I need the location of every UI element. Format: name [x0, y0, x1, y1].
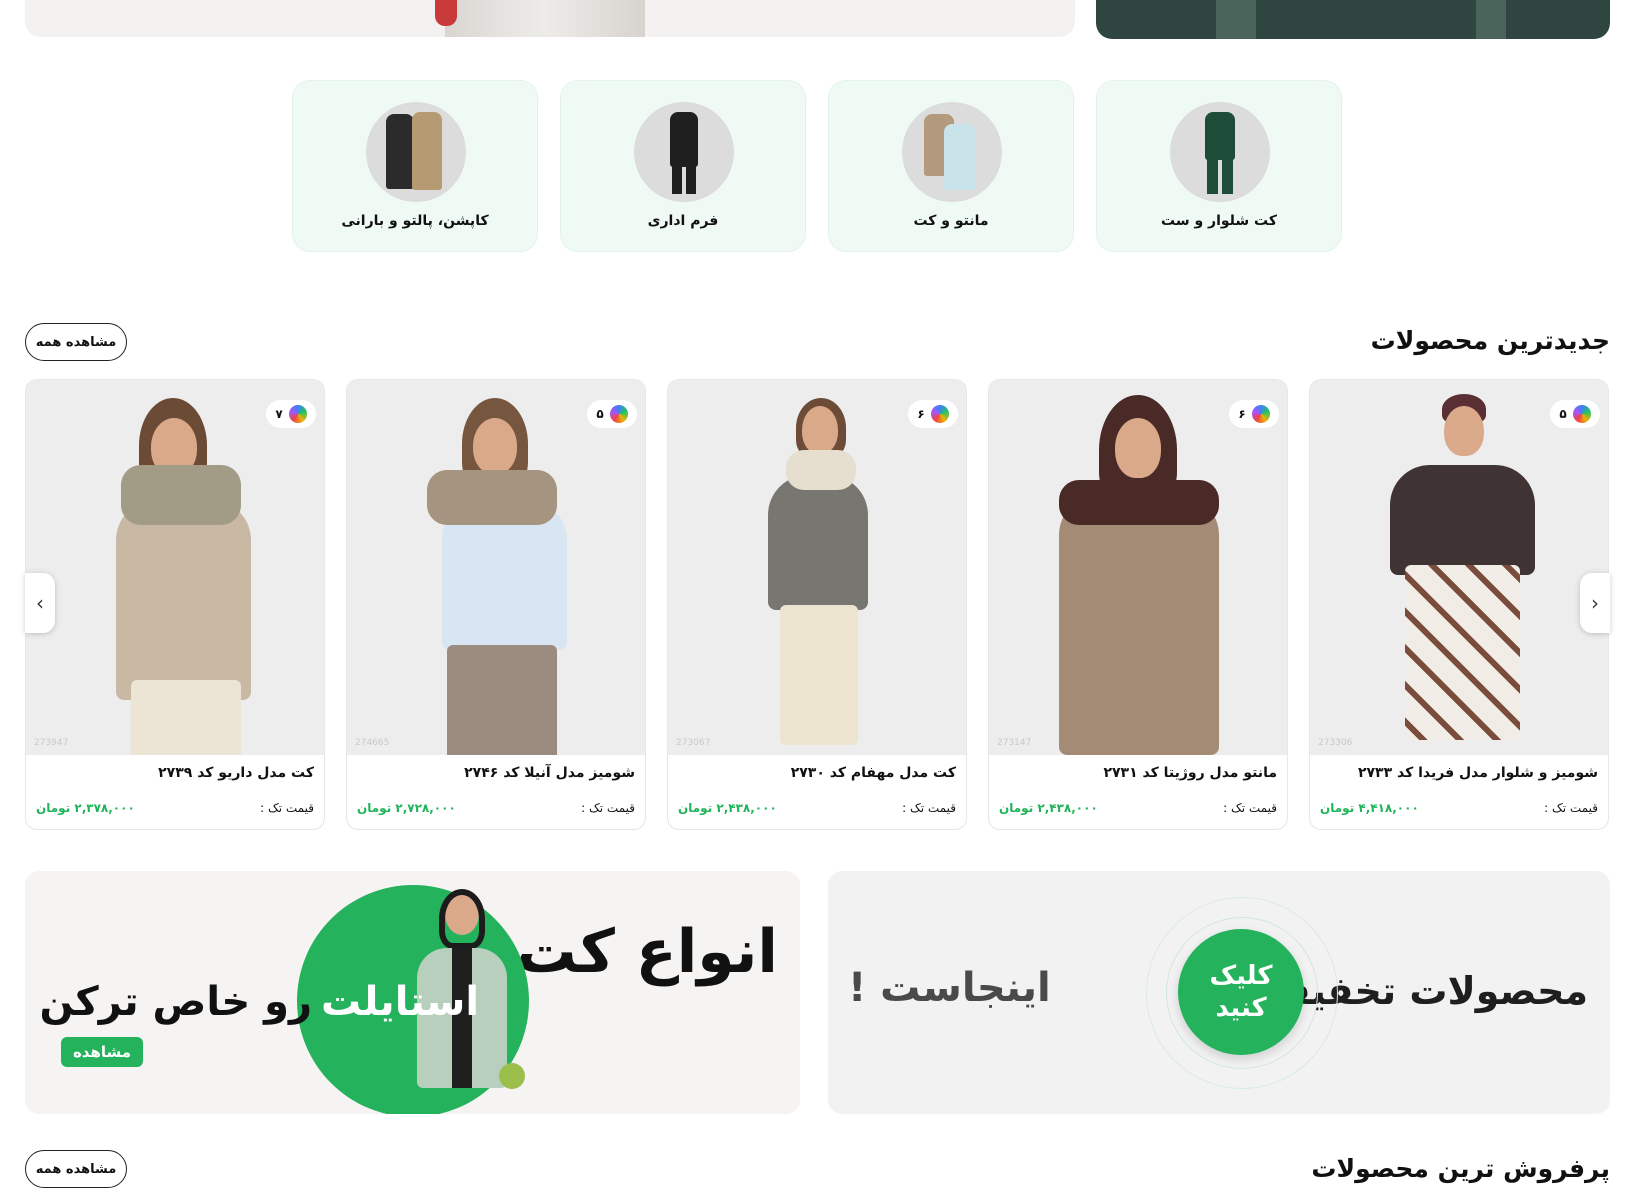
color-count-badge: ۵ [1550, 400, 1600, 428]
category-image [902, 102, 1002, 202]
carousel-prev-button[interactable]: ‹ [25, 573, 55, 633]
hero-banner-right[interactable] [1096, 0, 1610, 39]
promo-banner-discount[interactable]: محصولات تخفیفی کلیک کنید اینجاست ! [828, 871, 1610, 1114]
product-price: ۲,۷۲۸,۰۰۰ تومان [357, 801, 456, 815]
category-card-manteau[interactable]: مانتو و کت [828, 80, 1074, 252]
color-count: ۵ [596, 407, 604, 421]
category-label: کاپشن، پالتو و بارانی [341, 213, 489, 229]
product-name[interactable]: شومیز و شلوار مدل فریدا کد ۲۷۳۳ [1358, 765, 1598, 781]
price-label: قیمت تک : [902, 801, 956, 815]
color-count-badge: ۶ [908, 400, 958, 428]
category-card-coats[interactable]: کاپشن، پالتو و بارانی [292, 80, 538, 252]
product-image [26, 380, 324, 755]
promo-cta-line: کنید [1215, 993, 1267, 1023]
promo-cta-button[interactable]: مشاهده [61, 1037, 143, 1067]
product-price: ۴,۴۱۸,۰۰۰ تومان [1320, 801, 1419, 815]
color-count-badge: ۶ [1229, 400, 1279, 428]
hero-image-detail [1476, 0, 1506, 39]
category-image [1170, 102, 1270, 202]
promo-cta-line: کلیک [1209, 960, 1273, 991]
section-title-newest: جدیدترین محصولات [1370, 326, 1610, 355]
hero-image-dress [445, 0, 645, 37]
product-image [1310, 380, 1608, 755]
product-card[interactable]: ۷ 273947 کت مدل داریو کد ۲۷۳۹ قیمت تک : … [25, 379, 325, 830]
category-image [366, 102, 466, 202]
color-count-badge: ۷ [266, 400, 316, 428]
color-count: ۶ [1238, 407, 1246, 421]
category-label: مانتو و کت [913, 213, 989, 229]
product-code: 273947 [34, 738, 69, 748]
promo-headline: انواع کت [516, 917, 778, 987]
product-card[interactable]: ۵ 273306 شومیز و شلوار مدل فریدا کد ۲۷۳۳… [1309, 379, 1609, 830]
color-wheel-icon [930, 405, 949, 423]
see-all-button[interactable]: مشاهده همه [25, 323, 127, 361]
promo-subline: اینجاست ! [848, 965, 1051, 1011]
product-code: 273067 [676, 738, 711, 748]
color-count: ۶ [917, 407, 925, 421]
category-label: کت شلوار و ست [1161, 213, 1277, 229]
promo-banner-coats[interactable]: انواع کت رو خاص ترکن استایلت مشاهده [25, 871, 800, 1114]
product-price: ۲,۳۷۸,۰۰۰ تومان [36, 801, 135, 815]
product-name[interactable]: مانتو مدل روژیتا کد ۲۷۳۱ [1103, 765, 1277, 781]
color-count: ۵ [1559, 407, 1567, 421]
product-card[interactable]: ۵ 274665 شومیز مدل آنیلا کد ۲۷۴۶ قیمت تک… [346, 379, 646, 830]
product-name[interactable]: کت مدل داریو کد ۲۷۳۹ [158, 765, 314, 781]
color-wheel-icon [609, 405, 628, 423]
color-count: ۷ [275, 407, 283, 421]
category-card-suits[interactable]: کت شلوار و ست [1096, 80, 1342, 252]
product-card[interactable]: ۶ 273147 مانتو مدل روژیتا کد ۲۷۳۱ قیمت ت… [988, 379, 1288, 830]
promo-subline: رو خاص ترکن [39, 979, 312, 1025]
hero-image-detail [1216, 0, 1256, 39]
product-price: ۲,۴۳۸,۰۰۰ تومان [999, 801, 1098, 815]
product-image [347, 380, 645, 755]
color-count-badge: ۵ [587, 400, 637, 428]
see-all-button[interactable]: مشاهده همه [25, 1150, 127, 1188]
color-wheel-icon [1572, 405, 1591, 423]
product-code: 274665 [355, 738, 390, 748]
chevron-right-icon: › [1591, 591, 1599, 615]
product-image [989, 380, 1287, 755]
color-wheel-icon [288, 405, 307, 423]
color-wheel-icon [1251, 405, 1270, 423]
product-image [668, 380, 966, 755]
product-code: 273306 [1318, 738, 1353, 748]
promo-subline-highlight: استایلت [321, 979, 480, 1025]
product-name[interactable]: شومیز مدل آنیلا کد ۲۷۴۶ [464, 765, 635, 781]
product-code: 273147 [997, 738, 1032, 748]
category-card-office-uniform[interactable]: فرم اداری [560, 80, 806, 252]
promo-click-button[interactable]: کلیک کنید [1178, 929, 1304, 1055]
product-name[interactable]: کت مدل مهفام کد ۲۷۳۰ [791, 765, 956, 781]
price-label: قیمت تک : [1544, 801, 1598, 815]
product-card[interactable]: ۶ 273067 کت مدل مهفام کد ۲۷۳۰ قیمت تک : … [667, 379, 967, 830]
hero-image-accent [435, 0, 457, 26]
price-label: قیمت تک : [581, 801, 635, 815]
section-title-bestsellers: پرفروش ترین محصولات [1311, 1154, 1610, 1183]
product-price: ۲,۴۳۸,۰۰۰ تومان [678, 801, 777, 815]
hero-banner-left[interactable] [25, 0, 1075, 37]
carousel-next-button[interactable]: › [1580, 573, 1610, 633]
category-label: فرم اداری [647, 213, 719, 229]
price-label: قیمت تک : [1223, 801, 1277, 815]
price-label: قیمت تک : [260, 801, 314, 815]
chevron-left-icon: ‹ [36, 591, 44, 615]
category-image [634, 102, 734, 202]
